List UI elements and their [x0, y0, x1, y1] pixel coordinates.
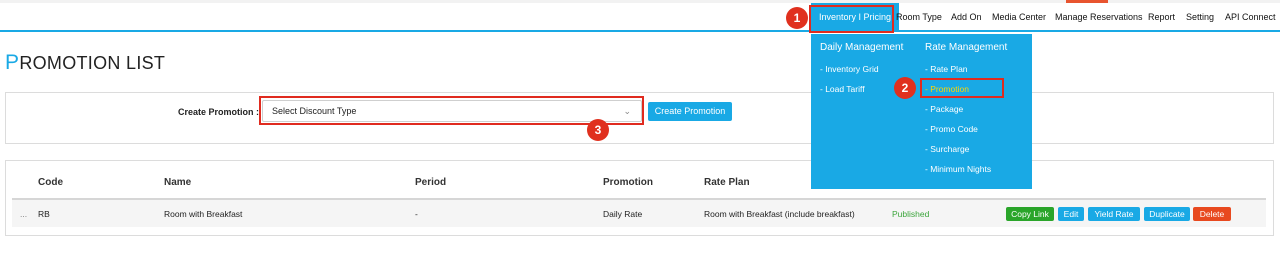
row-name: Room with Breakfast: [164, 209, 243, 219]
menu-item-load-tariff[interactable]: - Load Tariff: [820, 84, 865, 94]
row-status-badge: Published: [892, 209, 930, 219]
nav-report[interactable]: Report: [1148, 3, 1175, 32]
row-period: -: [415, 209, 418, 219]
nav-setting[interactable]: Setting: [1186, 3, 1214, 32]
delete-button[interactable]: Delete: [1193, 207, 1231, 221]
menu-item-inventory-grid[interactable]: - Inventory Grid: [820, 64, 879, 74]
menu-item-surcharge[interactable]: - Surcharge: [925, 144, 969, 154]
menu-item-promo-code[interactable]: - Promo Code: [925, 124, 978, 134]
nav-add-on[interactable]: Add On: [951, 3, 982, 32]
step-badge-1: 1: [786, 7, 808, 29]
page-title-rest: ROMOTION LIST: [19, 53, 166, 73]
menu-item-package[interactable]: - Package: [925, 104, 963, 114]
row-promotion-type: Daily Rate: [603, 209, 643, 219]
dropdown-heading-rate-management: Rate Management: [925, 42, 1008, 53]
create-promotion-button[interactable]: Create Promotion: [648, 102, 732, 121]
copy-link-button[interactable]: Copy Link: [1006, 207, 1054, 221]
nav-api-connect[interactable]: API Connect: [1225, 3, 1276, 32]
duplicate-button[interactable]: Duplicate: [1144, 207, 1190, 221]
row-drag-handle[interactable]: ...: [20, 209, 27, 219]
step-badge-3: 3: [587, 119, 609, 141]
highlight-box-nav: [809, 5, 894, 33]
create-promotion-label: Create Promotion :: [178, 107, 260, 117]
page-title: PROMOTION LIST: [5, 51, 165, 75]
yield-rate-button[interactable]: Yield Rate: [1088, 207, 1140, 221]
edit-button[interactable]: Edit: [1058, 207, 1084, 221]
row-code: RB: [38, 209, 50, 219]
step-badge-2: 2: [894, 77, 916, 99]
nav-manage-reservations[interactable]: Manage Reservations: [1055, 3, 1143, 32]
col-header-name: Name: [164, 177, 192, 188]
col-header-period: Period: [415, 177, 447, 188]
page-title-initial: P: [5, 51, 20, 74]
col-header-rate-plan: Rate Plan: [704, 177, 750, 188]
menu-item-rate-plan[interactable]: - Rate Plan: [925, 64, 968, 74]
inventory-pricing-dropdown: [811, 34, 1032, 189]
col-header-code: Code: [38, 177, 63, 188]
row-rate-plan: Room with Breakfast (include breakfast): [704, 209, 855, 219]
highlight-box-promotion: [920, 78, 1004, 98]
highlight-box-select: [259, 96, 644, 125]
nav-room-type[interactable]: Room Type: [896, 3, 942, 32]
dropdown-heading-daily-management: Daily Management: [820, 42, 904, 53]
menu-item-minimum-nights[interactable]: - Minimum Nights: [925, 164, 991, 174]
nav-media-center[interactable]: Media Center: [992, 3, 1046, 32]
col-header-promotion: Promotion: [603, 177, 653, 188]
